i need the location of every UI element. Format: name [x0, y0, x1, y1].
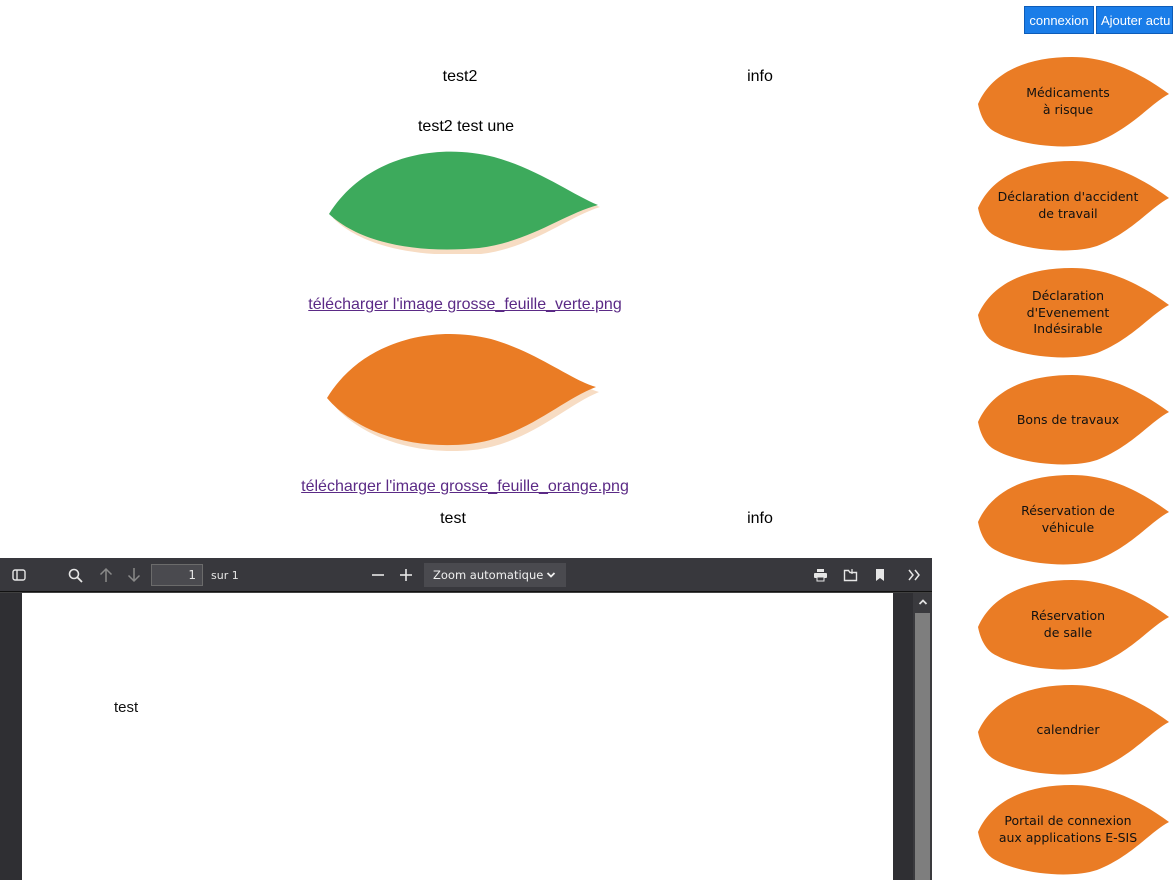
chevron-down-icon: [546, 566, 556, 583]
page-number-input[interactable]: [151, 564, 203, 586]
open-file-icon[interactable]: [840, 558, 860, 592]
zoom-in-icon[interactable]: [396, 558, 416, 592]
pdf-document-text: test: [114, 699, 139, 716]
sidebar-item-label: calendrier: [1036, 721, 1100, 737]
sidebar-item-reservation-salle[interactable]: Réservation de salle: [972, 579, 1173, 671]
sidebar-item-bons-travaux[interactable]: Bons de travaux: [972, 374, 1173, 466]
sidebar-item-medicaments[interactable]: Médicaments à risque: [972, 56, 1173, 148]
orange-leaf-image: [327, 333, 599, 452]
more-tools-icon[interactable]: [904, 558, 924, 592]
pdf-page: test: [22, 593, 893, 880]
page-count-label: sur 1: [211, 568, 239, 582]
sidebar-item-portail-connexion[interactable]: Portail de connexion aux applications E-…: [972, 784, 1173, 876]
download-green-leaf-link[interactable]: télécharger l'image grosse_feuille_verte…: [280, 296, 650, 314]
ajouter-actu-button[interactable]: Ajouter actu: [1096, 6, 1173, 34]
zoom-select[interactable]: Zoom automatique: [424, 563, 566, 587]
zoom-select-value: Zoom automatique: [433, 568, 544, 582]
sidebar-item-label: Médicaments à risque: [1026, 85, 1110, 117]
sidebar-item-label: Déclaration d'Evenement Indésirable: [1026, 287, 1110, 337]
search-icon[interactable]: [64, 558, 86, 592]
pdf-left-gutter: [0, 593, 22, 880]
print-icon[interactable]: [810, 558, 830, 592]
page: { "header": { "connexion_label": "connex…: [0, 0, 1173, 880]
sidebar-item-label: Réservation de véhicule: [1021, 503, 1115, 535]
download-orange-leaf-link[interactable]: télécharger l'image grosse_feuille_orang…: [275, 478, 655, 496]
arrow-down-icon[interactable]: [124, 558, 144, 592]
sidebar-item-label: Portail de connexion aux applications E-…: [998, 813, 1138, 845]
scroll-up-icon[interactable]: [913, 593, 932, 611]
article-category: info: [747, 510, 773, 527]
sidebar-item-declaration-evenement[interactable]: Déclaration d'Evenement Indésirable: [972, 267, 1173, 359]
arrow-up-icon[interactable]: [96, 558, 116, 592]
zoom-out-icon[interactable]: [368, 558, 388, 592]
sidebar-toggle-icon[interactable]: [8, 558, 30, 592]
article-category: info: [747, 68, 773, 85]
bookmark-icon[interactable]: [870, 558, 890, 592]
sidebar-item-declaration-accident[interactable]: Déclaration d'accident de travail: [972, 160, 1173, 252]
sidebar-item-label: Bons de travaux: [1016, 411, 1120, 427]
sidebar-item-label: Réservation de salle: [1030, 608, 1106, 640]
article-title: test2: [442, 68, 478, 85]
green-leaf-image: [329, 151, 600, 254]
pdf-toolbar: sur 1 Zoom automatique: [0, 558, 932, 592]
article-title: test: [440, 510, 466, 527]
sidebar-item-label: Déclaration d'accident de travail: [997, 189, 1139, 221]
connexion-button[interactable]: connexion: [1024, 6, 1094, 34]
green-leaf-shape: [329, 151, 598, 250]
scrollbar-thumb[interactable]: [915, 613, 930, 880]
pdf-right-gutter: [893, 593, 913, 880]
pdf-viewer: sur 1 Zoom automatique test: [0, 558, 932, 880]
article-body: test2 test une: [417, 118, 515, 135]
sidebar-item-calendrier[interactable]: calendrier: [972, 684, 1173, 776]
sidebar-item-reservation-vehicule[interactable]: Réservation de véhicule: [972, 474, 1173, 566]
